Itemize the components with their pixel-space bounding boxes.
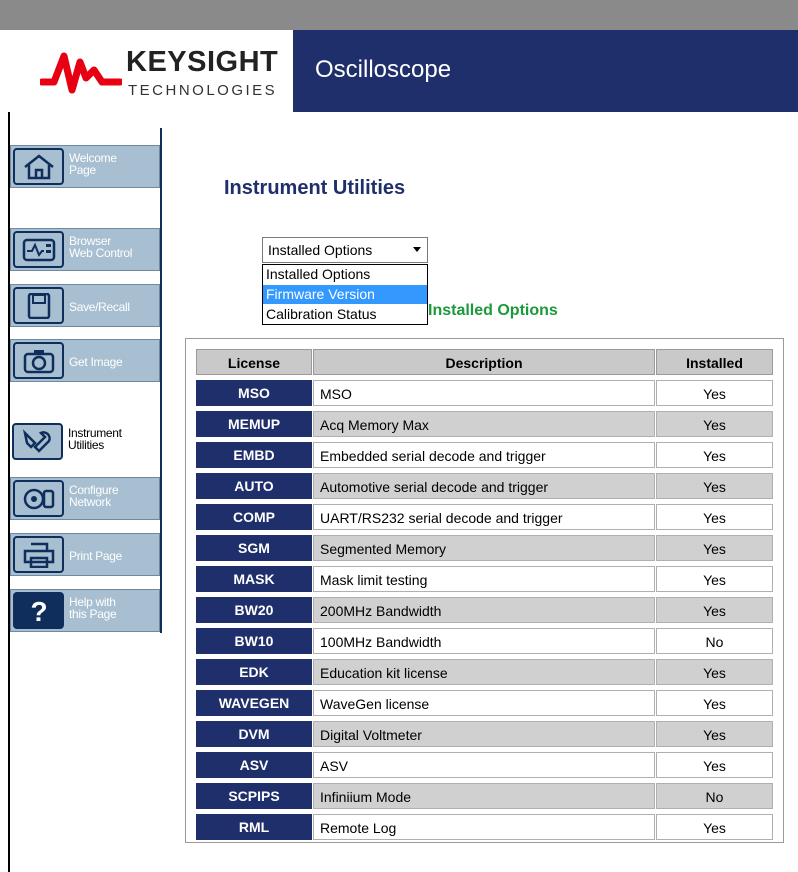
dropdown-option-calibration-status[interactable]: Calibration Status [263,305,427,324]
select-dropdown: Installed Options Firmware Version Calib… [262,264,428,325]
nav-label: Browser Web Control [69,234,133,260]
nav-configure-network[interactable]: Configure Network [10,477,160,520]
keysight-logo: KEYSIGHT TECHNOLOGIES [8,30,293,112]
nav-print-page[interactable]: Print Page [10,533,160,576]
home-icon [13,148,64,185]
installed-cell: Yes [656,814,773,840]
license-cell: SGM [196,535,312,561]
installed-cell: Yes [656,690,773,716]
installed-cell: Yes [656,504,773,530]
license-cell: WAVEGEN [196,690,312,716]
option-select[interactable]: Installed Options [262,237,428,263]
nav-label: Print Page [69,549,123,563]
description-cell: Infiniium Mode [313,783,655,809]
nav-help-page[interactable]: ? Help with this Page [10,589,160,632]
installed-cell: No [656,628,773,654]
license-cell: EDK [196,659,312,685]
description-cell: UART/RS232 serial decode and trigger [313,504,655,530]
camera-icon [13,342,64,379]
tools-icon [12,423,63,460]
license-cell: MSO [196,380,312,406]
nav-instrument-utilities[interactable]: Instrument Utilities [10,421,160,464]
dropdown-option-firmware-version[interactable]: Firmware Version [263,285,427,304]
license-cell: BW10 [196,628,312,654]
license-cell: COMP [196,504,312,530]
installed-cell: Yes [656,380,773,406]
column-header-installed: Installed [656,349,773,375]
logo-main-text: KEYSIGHT [126,46,279,78]
description-cell: Education kit license [313,659,655,685]
description-cell: 100MHz Bandwidth [313,628,655,654]
license-cell: MEMUP [196,411,312,437]
description-cell: 200MHz Bandwidth [313,597,655,623]
description-cell: Embedded serial decode and trigger [313,442,655,468]
header-bar: Oscilloscope [293,30,798,112]
description-cell: MSO [313,380,655,406]
license-cell: MASK [196,566,312,592]
installed-cell: Yes [656,442,773,468]
installed-cell: Yes [656,721,773,747]
column-header-description: Description [313,349,655,375]
dropdown-option-installed-options[interactable]: Installed Options [263,265,427,284]
installed-cell: Yes [656,535,773,561]
chevron-down-icon [413,247,421,252]
description-cell: Digital Voltmeter [313,721,655,747]
license-cell: ASV [196,752,312,778]
description-cell: WaveGen license [313,690,655,716]
installed-cell: No [656,783,773,809]
installed-cell: Yes [656,597,773,623]
license-cell: EMBD [196,442,312,468]
installed-cell: Yes [656,473,773,499]
oscilloscope-icon [13,231,64,268]
installed-options-table: License Description Installed MSO MSO Yes M… [185,338,784,843]
installed-cell: Yes [656,566,773,592]
license-cell: BW20 [196,597,312,623]
floppy-disk-icon [13,287,64,324]
top-bar [0,0,798,30]
keysight-wave-icon [40,52,122,94]
nav-get-image[interactable]: Get Image [10,339,160,382]
installed-cell: Yes [656,411,773,437]
description-cell: ASV [313,752,655,778]
description-cell: Mask limit testing [313,566,655,592]
nav-label: Save/Recall [69,300,130,314]
logo-sub-text: TECHNOLOGIES [128,82,278,99]
description-cell: Remote Log [313,814,655,840]
nav-label: Welcome Page [69,151,117,177]
license-cell: SCPIPS [196,783,312,809]
nav-label: Configure Network [69,483,119,509]
svg-text:?: ? [30,598,47,624]
nav-label: Get Image [69,355,123,369]
app-title: Oscilloscope [315,56,452,83]
nav-label: Help with this Page [69,595,117,621]
description-cell: Segmented Memory [313,535,655,561]
nav-browser-web-control[interactable]: Browser Web Control [10,228,160,271]
sidebar-divider [160,128,162,633]
description-cell: Automotive serial decode and trigger [313,473,655,499]
page-title: Instrument Utilities [224,177,406,199]
column-header-license: License [196,349,312,375]
license-cell: AUTO [196,473,312,499]
nav-welcome-page[interactable]: Welcome Page [10,145,160,188]
license-cell: DVM [196,721,312,747]
help-icon: ? [13,592,64,629]
nav-label: Instrument Utilities [68,426,122,452]
license-cell: RML [196,814,312,840]
section-heading: Installed Options [428,302,558,319]
select-value: Installed Options [268,242,373,258]
installed-cell: Yes [656,752,773,778]
nav-save-recall[interactable]: Save/Recall [10,284,160,327]
network-icon [13,480,64,517]
description-cell: Acq Memory Max [313,411,655,437]
installed-cell: Yes [656,659,773,685]
printer-icon [13,536,64,573]
